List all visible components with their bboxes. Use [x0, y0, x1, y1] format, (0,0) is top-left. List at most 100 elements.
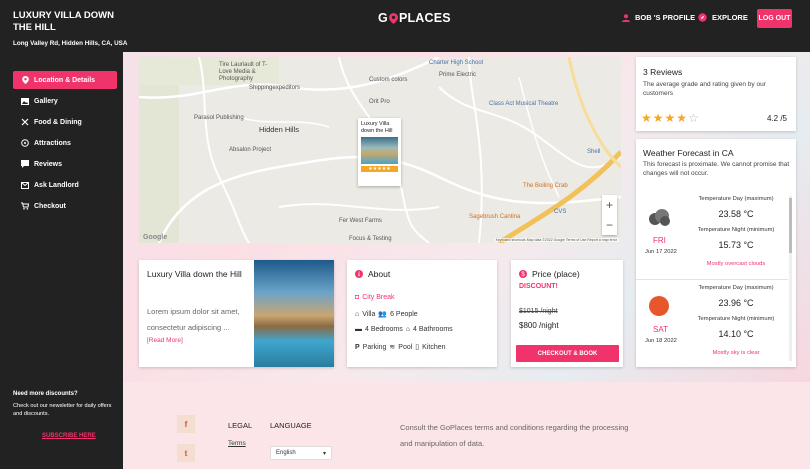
map-label-sagebrush: Sagebrush Cantina: [469, 214, 521, 220]
map-marker-popup[interactable]: Luxury Villa down the Hill ★★★★★: [358, 118, 401, 186]
people-icon: 👥: [378, 311, 388, 318]
map-label-absalon: Absalon Project: [229, 147, 272, 153]
kitchen-icon: ▯: [415, 344, 420, 351]
star-filled-icon: ★: [664, 111, 677, 125]
footer: f t LEGAL Terms LANGUAGE English ▾ Consu…: [123, 382, 810, 469]
about-people: 6 People: [390, 310, 418, 318]
sidebar: Location & Details Gallery Food & Dining…: [0, 52, 123, 469]
weather-min-label: Temperature Night (minimum): [697, 227, 775, 233]
subscribe-link[interactable]: SUBSCRIBE HERE: [42, 433, 96, 439]
sidebar-item-label: Reviews: [34, 160, 63, 168]
explore-label: EXPLORE: [712, 13, 748, 22]
price-card: $ Price (place) DISCOUNT! $1015 /night $…: [511, 260, 623, 367]
sidebar-item-reviews[interactable]: Reviews: [13, 155, 117, 173]
language-select[interactable]: English ▾: [270, 446, 332, 460]
star-filled-icon: ★: [676, 111, 689, 125]
sidebar-item-attractions[interactable]: Attractions: [13, 134, 117, 152]
map-label-class-act: Class Act Musical Theatre: [489, 101, 559, 107]
house-icon: ⌂: [355, 310, 360, 318]
sidebar-item-ask-landlord[interactable]: Ask Landlord: [13, 176, 117, 194]
facebook-icon[interactable]: f: [177, 415, 195, 433]
weather-scrollbar[interactable]: [789, 196, 792, 361]
sidebar-item-label: Ask Landlord: [34, 181, 79, 189]
weather-max-label: Temperature Day (maximum): [698, 285, 774, 291]
sidebar-item-checkout[interactable]: Checkout: [13, 197, 117, 215]
camera-icon: ◘: [355, 294, 360, 301]
checkout-book-button[interactable]: CHECKOUT & BOOK: [516, 345, 619, 362]
map-label-cvs: CVS: [554, 209, 567, 215]
read-more-link[interactable]: [Read More]: [147, 337, 183, 344]
logo-pin-icon: [388, 12, 398, 24]
weather-min: 14.10 °C: [718, 329, 754, 339]
sidebar-item-label: Attractions: [34, 139, 71, 147]
zoom-out-button[interactable]: −: [606, 218, 613, 232]
sun-icon: [649, 296, 669, 316]
chevron-down-icon: ▾: [322, 451, 326, 457]
logo-prefix: G: [378, 11, 388, 25]
sidebar-item-gallery[interactable]: Gallery: [13, 92, 117, 110]
villa-description: Lorem ipsum dolor sit amet, consectetur …: [147, 307, 240, 332]
about-parking: Parking: [362, 343, 387, 351]
compass-icon: [698, 13, 707, 22]
map-label-shell: Shell: [587, 149, 601, 155]
weather-day: FRI Jun 17 2022 Temperature Day (maximum…: [636, 191, 788, 280]
cloud-icon: [649, 209, 670, 226]
about-bedrooms: 4 Bedrooms: [365, 326, 403, 333]
weather-max: 23.58 °C: [718, 209, 754, 219]
weather-date: Jun 17 2022: [645, 249, 677, 255]
weather-title: Weather Forecast in CA: [643, 148, 734, 158]
terms-link[interactable]: Terms: [228, 440, 246, 447]
sidebar-item-food-dining[interactable]: Food & Dining: [13, 113, 117, 131]
property-title: LUXURY VILLA DOWN THE HILL: [13, 10, 114, 33]
mail-icon: [21, 181, 29, 189]
map[interactable]: Tire Lauriault of T-Love Media & Photogr…: [139, 57, 621, 243]
about-type[interactable]: ◘ City Break: [355, 294, 395, 301]
profile-link[interactable]: BOB 'S PROFILE: [622, 13, 695, 22]
weather-card: Weather Forecast in CA This forecast is …: [636, 139, 796, 367]
weather-dow: FRI: [653, 236, 666, 245]
map-label-prime: Prime Electric: [439, 72, 477, 78]
price-header: $ Price (place): [519, 269, 580, 279]
about-kitchen: Kitchen: [422, 343, 446, 351]
reviews-subtitle: The average grade and rating given by ou…: [643, 81, 766, 97]
old-price: $1015 /night: [519, 308, 558, 315]
zoom-in-button[interactable]: +: [606, 198, 613, 212]
weather-desc: Mostly overcast clouds: [706, 261, 766, 267]
weather-subtitle: This forecast is proximate. We cannot pr…: [643, 161, 790, 177]
explore-link[interactable]: EXPLORE: [698, 13, 748, 22]
weather-day: SAT Jun 18 2022 Temperature Day (maximum…: [636, 280, 788, 367]
sidebar-item-location-details[interactable]: Location & Details: [13, 71, 117, 89]
rating-value: 4.2 /5: [766, 114, 787, 123]
sidebar-item-label: Checkout: [34, 202, 66, 210]
price-title: Price (place): [532, 269, 580, 279]
map-label-tire: Tire Lauriault of T-Love Media & Photogr…: [219, 62, 268, 82]
popup-title: Luxury Villa down the Hill: [361, 121, 393, 134]
map-attribution[interactable]: Keyboard shortcuts Map data ©2022 Google…: [493, 238, 619, 242]
map-label-shipping: Shippingexpeditors: [249, 85, 301, 91]
weather-max: 23.96 °C: [718, 298, 754, 308]
about-type-label: City Break: [362, 294, 395, 301]
discount-badge: DISCOUNT!: [519, 283, 558, 290]
weather-list[interactable]: FRI Jun 17 2022 Temperature Day (maximum…: [636, 191, 788, 367]
logout-button[interactable]: LOG OUT: [757, 9, 792, 28]
cart-icon: [21, 202, 29, 210]
about-category: Villa: [362, 310, 376, 318]
goplaces-logo[interactable]: G PLACES: [378, 11, 451, 25]
about-pool: Pool: [398, 343, 413, 351]
language-heading: LANGUAGE: [270, 421, 312, 430]
weather-desc: Mostly sky is clear: [712, 350, 760, 356]
villa-title: Luxury Villa down the Hill: [147, 269, 242, 279]
gallery-icon: [21, 97, 29, 105]
legal-heading: LEGAL: [228, 421, 253, 430]
popup-villa-image: [361, 137, 398, 164]
map-label-charter: Charter High School: [429, 60, 484, 66]
reviews-card: 3 Reviews The average grade and rating g…: [636, 57, 796, 131]
scrollbar-thumb[interactable]: [789, 198, 792, 253]
map-label-hidden-hills: Hidden Hills: [259, 125, 300, 134]
terms-text: Consult the GoPlaces terms and condition…: [400, 423, 629, 448]
weather-min: 15.73 °C: [718, 240, 754, 250]
twitter-icon[interactable]: t: [177, 444, 195, 462]
info-icon: [355, 270, 363, 278]
about-bathrooms: 4 Bathrooms: [412, 326, 453, 333]
villa-card: Luxury Villa down the Hill Lorem ipsum d…: [139, 260, 334, 367]
